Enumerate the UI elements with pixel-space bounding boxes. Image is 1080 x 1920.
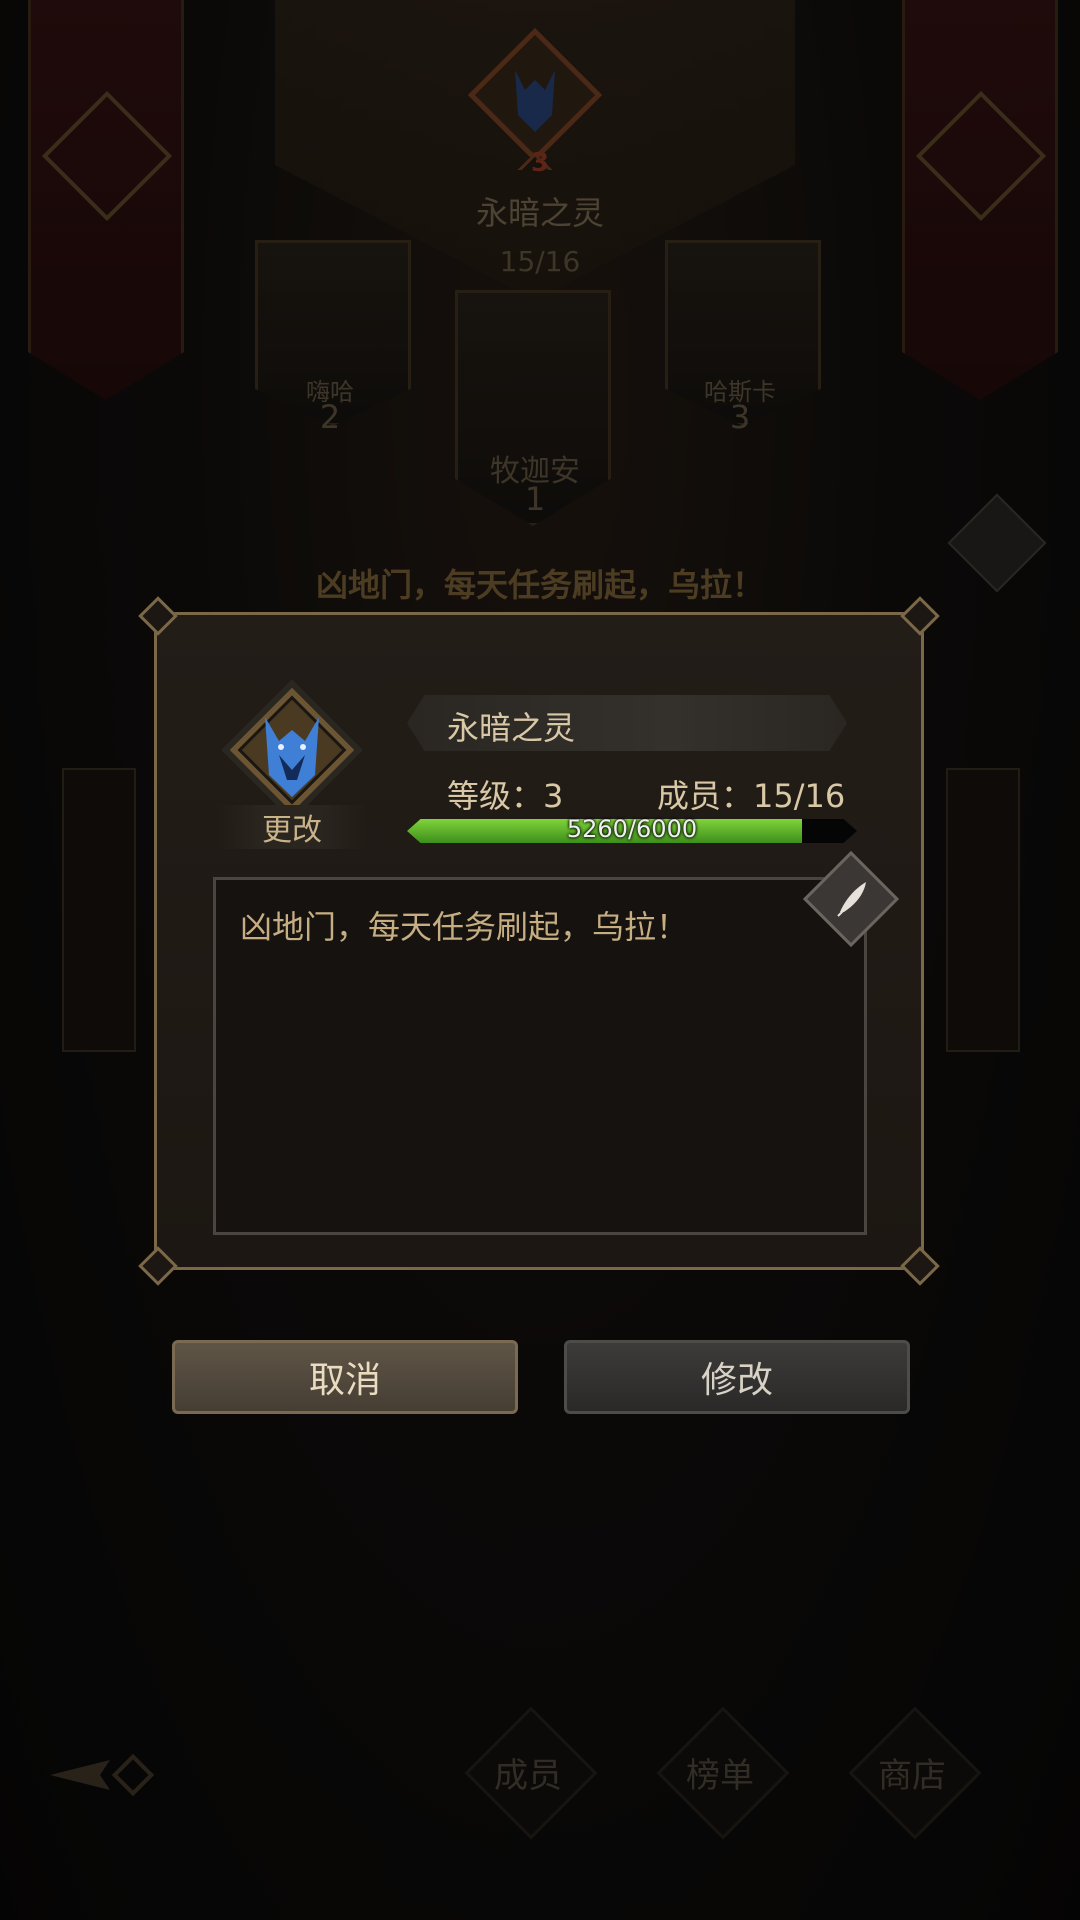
blue-wolf-emblem-icon[interactable] (217, 675, 367, 825)
guild-description-text: 凶地门，每天任务刷起，乌拉！ (240, 908, 689, 946)
edit-guild-dialog: 更改 永暗之灵 等级：3 成员：15/16 5260/6000 凶地门，每天任务… (138, 596, 940, 1286)
guild-level: 等级：3 (447, 777, 564, 815)
change-emblem-button[interactable]: 更改 (217, 805, 367, 849)
xp-progress-text: 5260/6000 (566, 815, 698, 843)
cancel-button[interactable]: 取消 (172, 1340, 518, 1414)
guild-description-input[interactable]: 凶地门，每天任务刷起，乌拉！ (213, 877, 867, 1235)
modify-button[interactable]: 修改 (564, 1340, 910, 1414)
guild-name: 永暗之灵 (447, 709, 576, 747)
guild-member-count: 成员：15/16 (657, 777, 846, 815)
